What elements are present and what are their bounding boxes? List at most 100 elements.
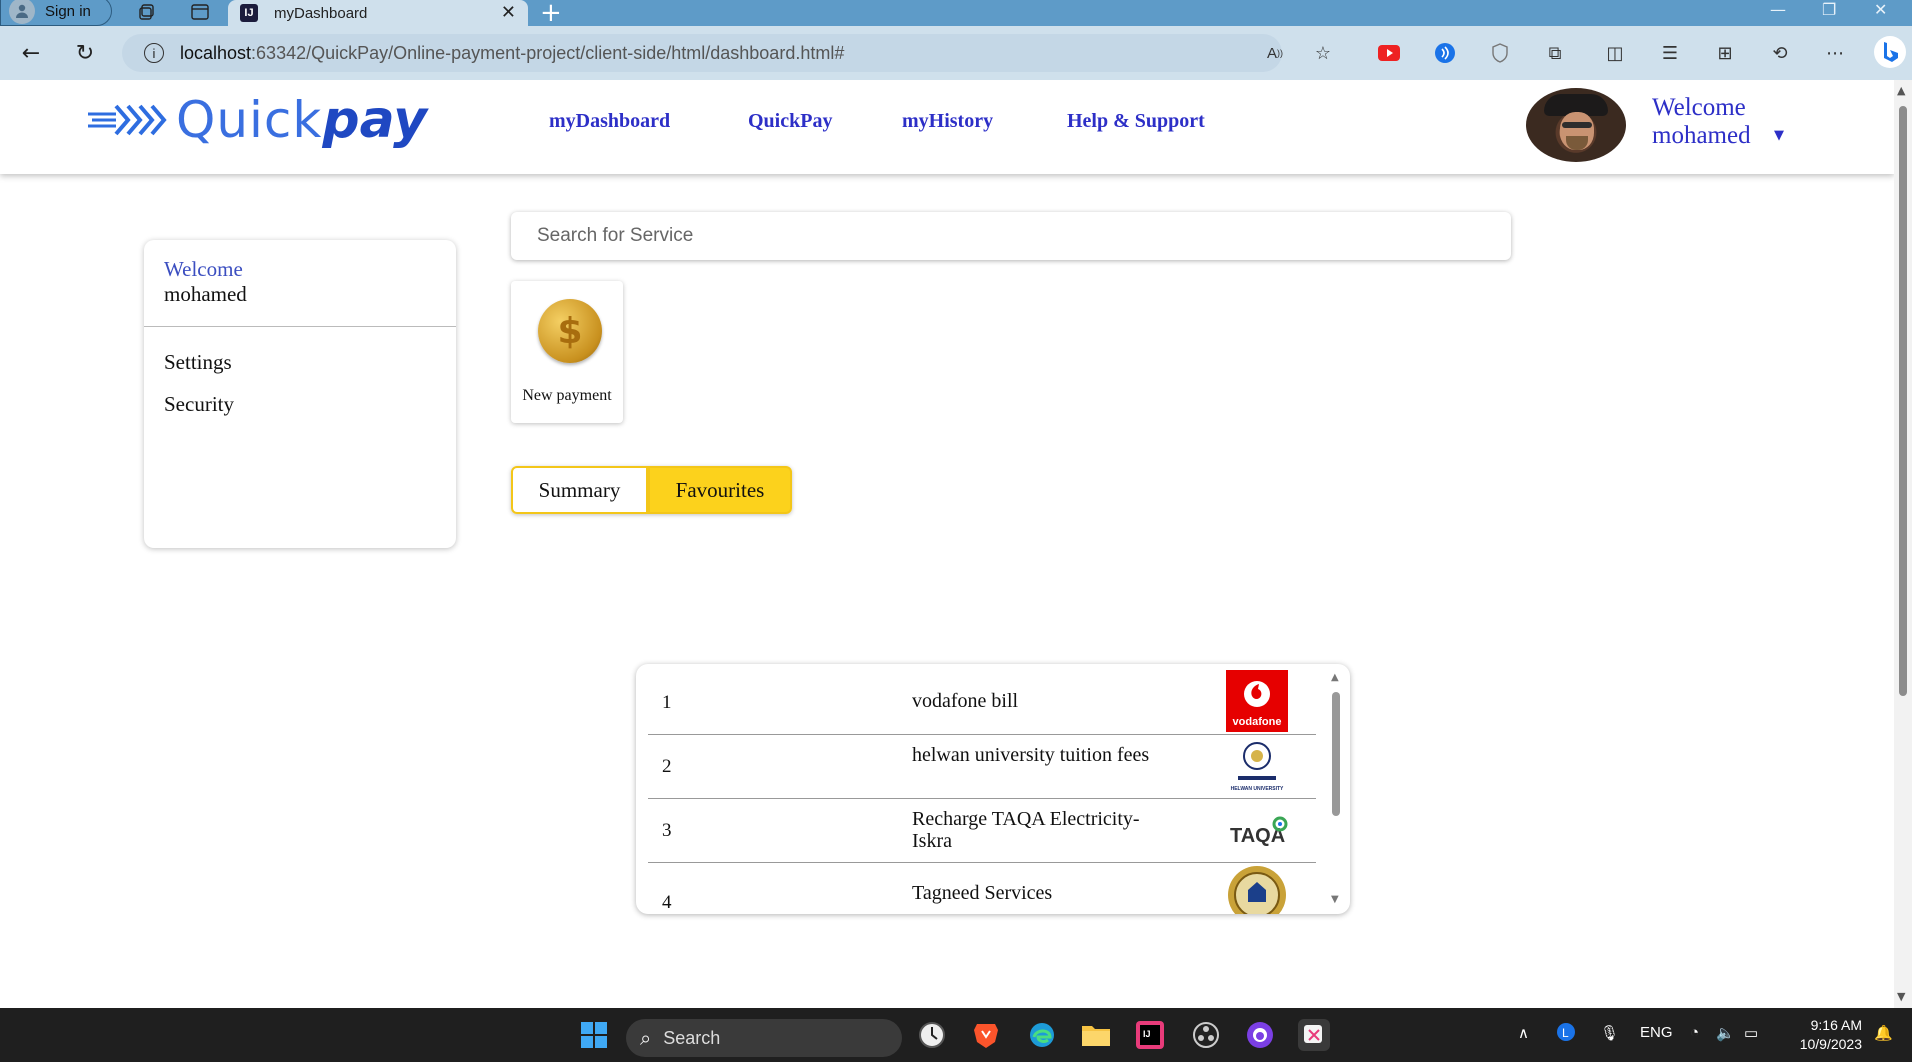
- helwan-university-logo-icon: HELWAN UNIVERSITY: [1231, 742, 1284, 792]
- dashboard-tabs: Summary Favourites: [511, 466, 792, 514]
- favourite-row[interactable]: 4 Tagneed Services: [648, 862, 1316, 914]
- show-hidden-icons-icon[interactable]: ∧: [1518, 1024, 1529, 1042]
- logo-text-quick: Quick: [176, 91, 323, 149]
- tab-favourites[interactable]: Favourites: [648, 466, 792, 514]
- close-tab-icon[interactable]: ✕: [501, 2, 516, 23]
- intellij-favicon-icon: IJ: [240, 4, 258, 22]
- page-scroll-down-icon[interactable]: ▼: [1897, 990, 1905, 1003]
- browser-tab-strip: Sign in IJ myDashboard ✕ + — ❐ ✕: [0, 0, 1912, 28]
- chevron-down-icon[interactable]: ▼: [1774, 128, 1784, 143]
- split-screen-icon[interactable]: ◫: [1602, 40, 1628, 66]
- volume-icon[interactable]: 🔈: [1716, 1024, 1735, 1042]
- favourite-row[interactable]: 2 helwan university tuition fees HELWAN …: [648, 734, 1316, 799]
- read-aloud-icon[interactable]: A)): [1262, 40, 1288, 66]
- favourite-row[interactable]: 1 vodafone bill vodafone: [648, 670, 1316, 735]
- github-desktop-icon[interactable]: [1244, 1019, 1276, 1051]
- address-bar-row: ← ↻ i localhost:63342/QuickPay/Online-pa…: [0, 26, 1912, 80]
- page-viewport: Quick pay myDashboard QuickPay myHistory …: [0, 80, 1894, 1008]
- app-tray-icon[interactable]: L: [1556, 1022, 1576, 1046]
- extensions-puzzle-icon[interactable]: ⧉: [1542, 40, 1568, 66]
- profile-signin-button[interactable]: Sign in: [0, 0, 112, 26]
- header-user-menu[interactable]: Welcome mohamed: [1652, 94, 1751, 150]
- restore-icon[interactable]: ❐: [1822, 0, 1836, 19]
- header-user-name: mohamed: [1652, 122, 1751, 149]
- windows-taskbar: ⌕ Search IJ ∧ L 🎙 ENG ◔ 🔈 ▭ 9:16 AM 10/9…: [0, 1008, 1912, 1062]
- favourite-number: 4: [662, 892, 672, 913]
- search-icon: ⌕: [640, 1026, 652, 1050]
- collections-icon[interactable]: ⊞: [1712, 40, 1738, 66]
- bing-copilot-icon[interactable]: [1874, 36, 1906, 68]
- windows-start-icon[interactable]: [578, 1019, 610, 1051]
- obs-studio-icon[interactable]: [1190, 1019, 1222, 1051]
- page-scrollbar[interactable]: ▲ ▼: [1894, 80, 1912, 1008]
- speed-arrows-icon: [88, 104, 167, 136]
- sidebar-divider: [144, 326, 456, 327]
- tab-actions-icon[interactable]: [187, 0, 213, 24]
- url-field[interactable]: i localhost:63342/QuickPay/Online-paymen…: [122, 34, 1282, 72]
- favourite-row[interactable]: 3 Recharge TAQA Electricity-Iskra TAQA: [648, 798, 1316, 863]
- taskbar-search[interactable]: ⌕ Search: [626, 1019, 902, 1057]
- microphone-icon[interactable]: 🎙: [1600, 1024, 1619, 1042]
- tab-title: myDashboard: [274, 4, 368, 22]
- site-header: Quick pay myDashboard QuickPay myHistory …: [0, 80, 1894, 174]
- tab-summary[interactable]: Summary: [511, 466, 648, 514]
- favourite-name: vodafone bill: [912, 690, 1019, 712]
- signin-label: Sign in: [45, 2, 91, 20]
- site-info-icon[interactable]: i: [144, 43, 164, 63]
- sidebar-item-security[interactable]: Security: [164, 392, 234, 417]
- page-scroll-thumb[interactable]: [1899, 106, 1907, 696]
- tab-mydashboard[interactable]: IJ myDashboard ✕: [228, 0, 528, 26]
- more-menu-icon[interactable]: ⋯: [1822, 40, 1848, 66]
- scroll-down-icon[interactable]: ▼: [1331, 894, 1339, 905]
- scroll-up-icon[interactable]: ▲: [1331, 672, 1339, 683]
- favourite-number: 1: [662, 692, 672, 713]
- page-scroll-up-icon[interactable]: ▲: [1897, 84, 1905, 97]
- sidebar-item-settings[interactable]: Settings: [164, 350, 232, 375]
- favorites-list-icon[interactable]: ☰: [1657, 40, 1683, 66]
- svg-text:vodafone: vodafone: [1233, 716, 1282, 728]
- tagneed-logo-icon: [1228, 866, 1286, 914]
- language-indicator[interactable]: ENG: [1640, 1024, 1673, 1041]
- user-avatar[interactable]: [1526, 88, 1626, 162]
- favourite-name: Recharge TAQA Electricity-Iskra: [912, 808, 1140, 852]
- back-icon[interactable]: ←: [16, 38, 46, 68]
- snipping-tool-icon[interactable]: [1298, 1019, 1330, 1051]
- search-service-input[interactable]: [511, 212, 1511, 260]
- sidebar-welcome-label: Welcome: [164, 257, 243, 281]
- service-card-new-payment[interactable]: $ New payment: [511, 281, 623, 423]
- notifications-icon[interactable]: 🔔: [1874, 1024, 1893, 1042]
- file-explorer-icon[interactable]: [1080, 1019, 1112, 1051]
- header-welcome-label: Welcome: [1652, 94, 1746, 121]
- minimize-icon[interactable]: —: [1770, 0, 1786, 19]
- favourites-scroll-thumb[interactable]: [1332, 692, 1340, 816]
- shield-extension-icon[interactable]: [1487, 40, 1513, 66]
- audio-extension-icon[interactable]: [1432, 40, 1458, 66]
- clock-time: 9:16 AM: [1810, 1017, 1862, 1033]
- favourites-list: 1 vodafone bill vodafone 2 helwan univer…: [636, 664, 1350, 914]
- taskbar-clock[interactable]: 9:16 AM 10/9/2023: [1782, 1016, 1862, 1054]
- wifi-icon[interactable]: ◔: [1690, 1024, 1699, 1041]
- taskbar-search-label: Search: [663, 1027, 721, 1048]
- workspaces-icon[interactable]: [134, 0, 160, 24]
- quickpay-logo[interactable]: Quick pay: [86, 90, 427, 150]
- new-tab-icon[interactable]: +: [540, 0, 562, 28]
- nav-mydashboard[interactable]: myDashboard: [549, 110, 670, 133]
- close-window-icon[interactable]: ✕: [1874, 0, 1887, 19]
- battery-icon[interactable]: ▭: [1744, 1024, 1758, 1042]
- nav-quickpay[interactable]: QuickPay: [748, 110, 832, 133]
- sidebar-panel: Welcome mohamed Settings Security: [144, 240, 456, 548]
- svg-text:IJ: IJ: [1143, 1029, 1151, 1039]
- edge-browser-icon[interactable]: [1026, 1019, 1058, 1051]
- clock-date: 10/9/2023: [1799, 1036, 1862, 1052]
- intellij-idea-icon[interactable]: IJ: [1134, 1019, 1166, 1051]
- favourites-scrollbar[interactable]: ▲ ▼: [1328, 668, 1344, 910]
- brave-browser-icon[interactable]: [970, 1019, 1002, 1051]
- clock-app-icon[interactable]: [916, 1019, 948, 1051]
- favorite-star-icon[interactable]: ☆: [1310, 40, 1336, 66]
- refresh-icon[interactable]: ↻: [70, 38, 100, 68]
- logo-text-pay: pay: [322, 90, 427, 150]
- history-icon[interactable]: ⟲: [1767, 40, 1793, 66]
- nav-help-support[interactable]: Help & Support: [1067, 110, 1205, 133]
- youtube-extension-icon[interactable]: [1376, 40, 1402, 66]
- nav-myhistory[interactable]: myHistory: [902, 110, 993, 133]
